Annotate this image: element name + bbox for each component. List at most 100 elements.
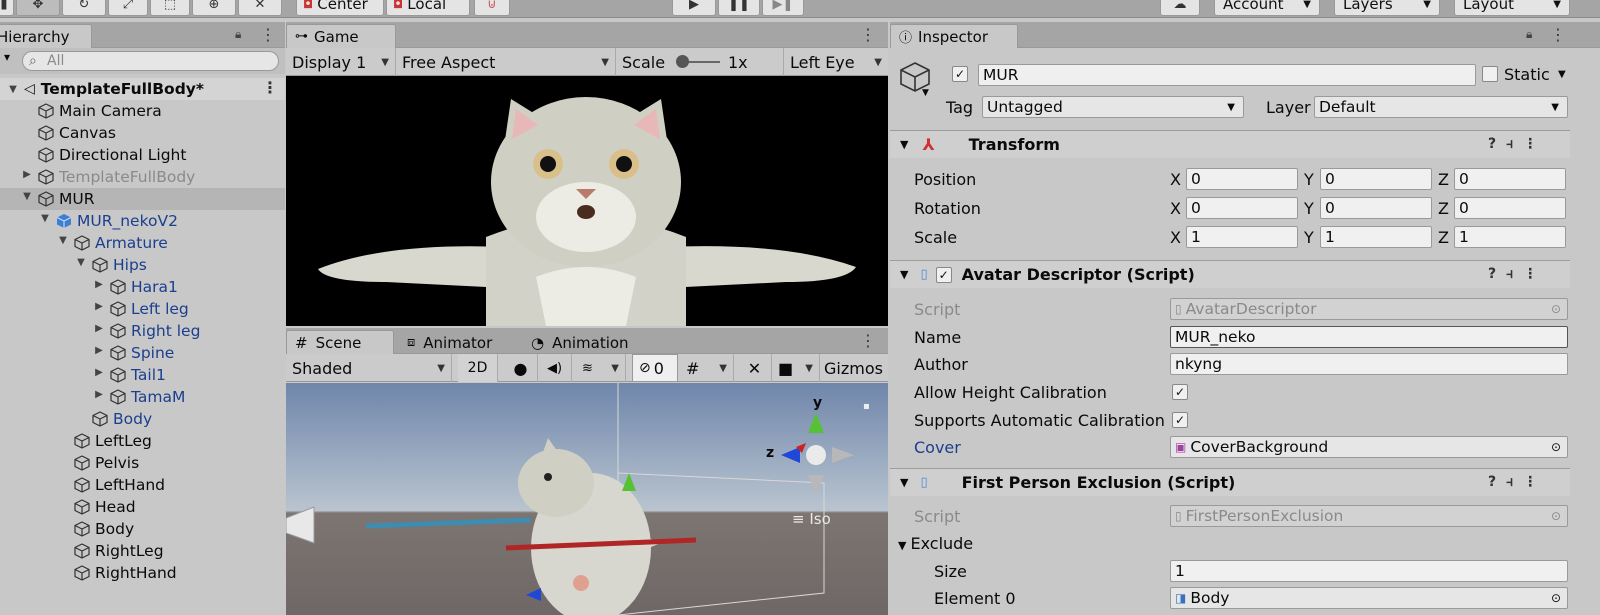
component-header-icons[interactable]: ?⫞⋮ [1488,474,1547,490]
transform-x-field[interactable]: 0 [1186,168,1298,190]
hierarchy-item[interactable]: ▶ TemplateFullBody [0,166,285,188]
more-options-icon[interactable]: ⋮ [860,25,876,44]
layer-dropdown[interactable]: Default ▼ [1314,96,1568,118]
hierarchy-item[interactable]: RightLeg [0,540,285,562]
move-tool-button[interactable]: ✥ [16,0,60,16]
expand-arrow-icon[interactable]: ▼ [74,257,88,268]
expand-arrow-icon[interactable]: ▶ [92,323,106,334]
transform-header[interactable]: ▼ ⅄ Transform ?⫞⋮ [890,130,1570,158]
hierarchy-item[interactable]: Body [0,518,285,540]
object-picker-icon[interactable]: ⊙ [1551,591,1561,605]
display-dropdown[interactable]: Display 1 ▼ [286,48,396,76]
avatar-enabled-checkbox[interactable]: ✓ [935,266,952,283]
active-checkbox[interactable]: ✓ [952,66,968,82]
hierarchy-item[interactable]: ▶ Left leg [0,298,285,320]
transform-z-field[interactable]: 0 [1454,168,1566,190]
expand-arrow-icon[interactable]: ▼ [56,235,70,246]
author-field[interactable]: nkyng [1170,353,1568,375]
scene-options-icon[interactable]: ⋮ [262,78,278,97]
space-toggle[interactable]: ◘ Local [386,0,470,16]
hierarchy-item[interactable]: Body [0,408,285,430]
cloud-button[interactable]: ☁ [1160,0,1200,16]
static-checkbox[interactable] [1482,66,1498,82]
hierarchy-item[interactable]: ▼ Hips [0,254,285,276]
transform-y-field[interactable]: 0 [1320,197,1432,219]
hierarchy-item[interactable]: Canvas [0,122,285,144]
rect-tool-button[interactable]: ⬚ [150,0,190,16]
chevron-down-icon[interactable]: ▼ [922,88,929,98]
component-header-icons[interactable]: ?⫞⋮ [1488,136,1547,152]
gizmos-dropdown[interactable]: Gizmos [820,354,888,382]
tools-toggle[interactable]: ✕ [738,354,772,382]
toggle-2d-button[interactable]: 2D [458,354,498,382]
transform-x-field[interactable]: 0 [1186,197,1298,219]
expand-arrow-icon[interactable]: ▶ [92,367,106,378]
hierarchy-item[interactable]: RightHand [0,562,285,584]
play-button[interactable]: ▶ [672,0,716,16]
lock-icon[interactable]: 🔒︎ [235,27,241,42]
pause-button[interactable]: ❚❚ [718,0,760,16]
custom-tool-button[interactable]: ✕ [238,0,282,16]
hierarchy-search-input[interactable]: ⌕ All [22,51,279,71]
rotate-tool-button[interactable]: ↻ [62,0,106,16]
hierarchy-item[interactable]: Pelvis [0,452,285,474]
hierarchy-item[interactable]: ▼ Armature [0,232,285,254]
account-dropdown[interactable]: Account ▼ [1214,0,1320,16]
grid-snap-dropdown[interactable]: # ▼ [680,354,734,382]
lighting-toggle[interactable]: ● [504,354,538,382]
cover-field[interactable]: ▣ CoverBackground ⊙ [1170,436,1568,458]
tab-inspector[interactable]: ⓘ Inspector [890,24,1018,48]
expand-arrow-icon[interactable]: ▼ [6,84,20,95]
lock-icon[interactable]: 🔒︎ [1526,27,1532,42]
transform-x-field[interactable]: 1 [1186,226,1298,248]
scale-slider-thumb[interactable] [676,55,689,68]
layout-dropdown[interactable]: Layout ▼ [1454,0,1570,16]
element-0-field[interactable]: ◨ Body ⊙ [1170,587,1568,609]
hierarchy-item[interactable]: Head [0,496,285,518]
hierarchy-item[interactable]: ▶ Tail1 [0,364,285,386]
hierarchy-item[interactable]: Main Camera [0,100,285,122]
more-options-icon[interactable]: ⋮ [1550,25,1566,44]
hierarchy-item[interactable]: ▶ Spine [0,342,285,364]
tab-scene[interactable]: # Scene [286,330,394,354]
expand-arrow-icon[interactable]: ▼ [20,191,34,202]
step-button[interactable]: ▶❚ [762,0,804,16]
component-header-icons[interactable]: ?⫞⋮ [1488,266,1547,282]
object-picker-icon[interactable]: ⊙ [1551,440,1561,454]
tab-animation[interactable]: ◔ Animation [522,330,652,354]
expand-arrow-icon[interactable]: ▶ [92,345,106,356]
object-name-field[interactable]: MUR [978,64,1476,86]
shading-dropdown[interactable]: Shaded ▼ [286,354,452,382]
chevron-down-icon[interactable]: ▼ [1558,69,1566,80]
scale-tool-button[interactable]: ⤢ [108,0,148,16]
hierarchy-item[interactable]: ▶ TamaM [0,386,285,408]
hierarchy-item[interactable]: ▶ Hara1 [0,276,285,298]
expand-arrow-icon[interactable]: ▶ [92,301,106,312]
transform-z-field[interactable]: 1 [1454,226,1566,248]
expand-arrow-icon[interactable]: ▼ [38,213,52,224]
hierarchy-item[interactable]: ▼ MUR_nekoV2 [0,210,285,232]
tab-hierarchy[interactable]: Hierarchy [0,24,92,48]
supports-auto-checkbox[interactable]: ✓ [1172,412,1188,428]
hidden-objects-toggle[interactable]: ⊘ 0 [632,354,678,382]
layers-dropdown[interactable]: Layers ▼ [1334,0,1440,16]
scene-root-row[interactable]: ▼ ◁ TemplateFullBody* ⋮ [0,78,285,100]
aspect-dropdown[interactable]: Free Aspect ▼ [396,48,616,76]
tag-dropdown[interactable]: Untagged ▼ [982,96,1244,118]
exclude-foldout[interactable]: ▼ Exclude [898,534,973,553]
expand-arrow-icon[interactable]: ▶ [92,279,106,290]
transform-y-field[interactable]: 1 [1320,226,1432,248]
expand-arrow-icon[interactable]: ▶ [92,389,106,400]
avatar-descriptor-header[interactable]: ▼ ▯ ✓ Avatar Descriptor (Script) ?⫞⋮ [890,260,1570,288]
tab-game[interactable]: ⊶ Game [286,24,396,48]
hierarchy-item[interactable]: Directional Light [0,144,285,166]
effects-dropdown[interactable]: ≋ ▼ [572,354,626,382]
more-options-icon[interactable]: ⋮ [860,331,876,350]
tab-animator[interactable]: ⧈ Animator [398,330,518,354]
eye-dropdown[interactable]: Left Eye ▼ [784,48,888,76]
allow-height-checkbox[interactable]: ✓ [1172,384,1188,400]
first-person-exclusion-header[interactable]: ▼ ▯ First Person Exclusion (Script) ?⫞⋮ [890,468,1570,496]
snap-toggle[interactable]: ⊍ [474,0,510,16]
audio-toggle[interactable]: ◀) [538,354,572,382]
camera-dropdown[interactable]: ■ ▼ [772,354,820,382]
